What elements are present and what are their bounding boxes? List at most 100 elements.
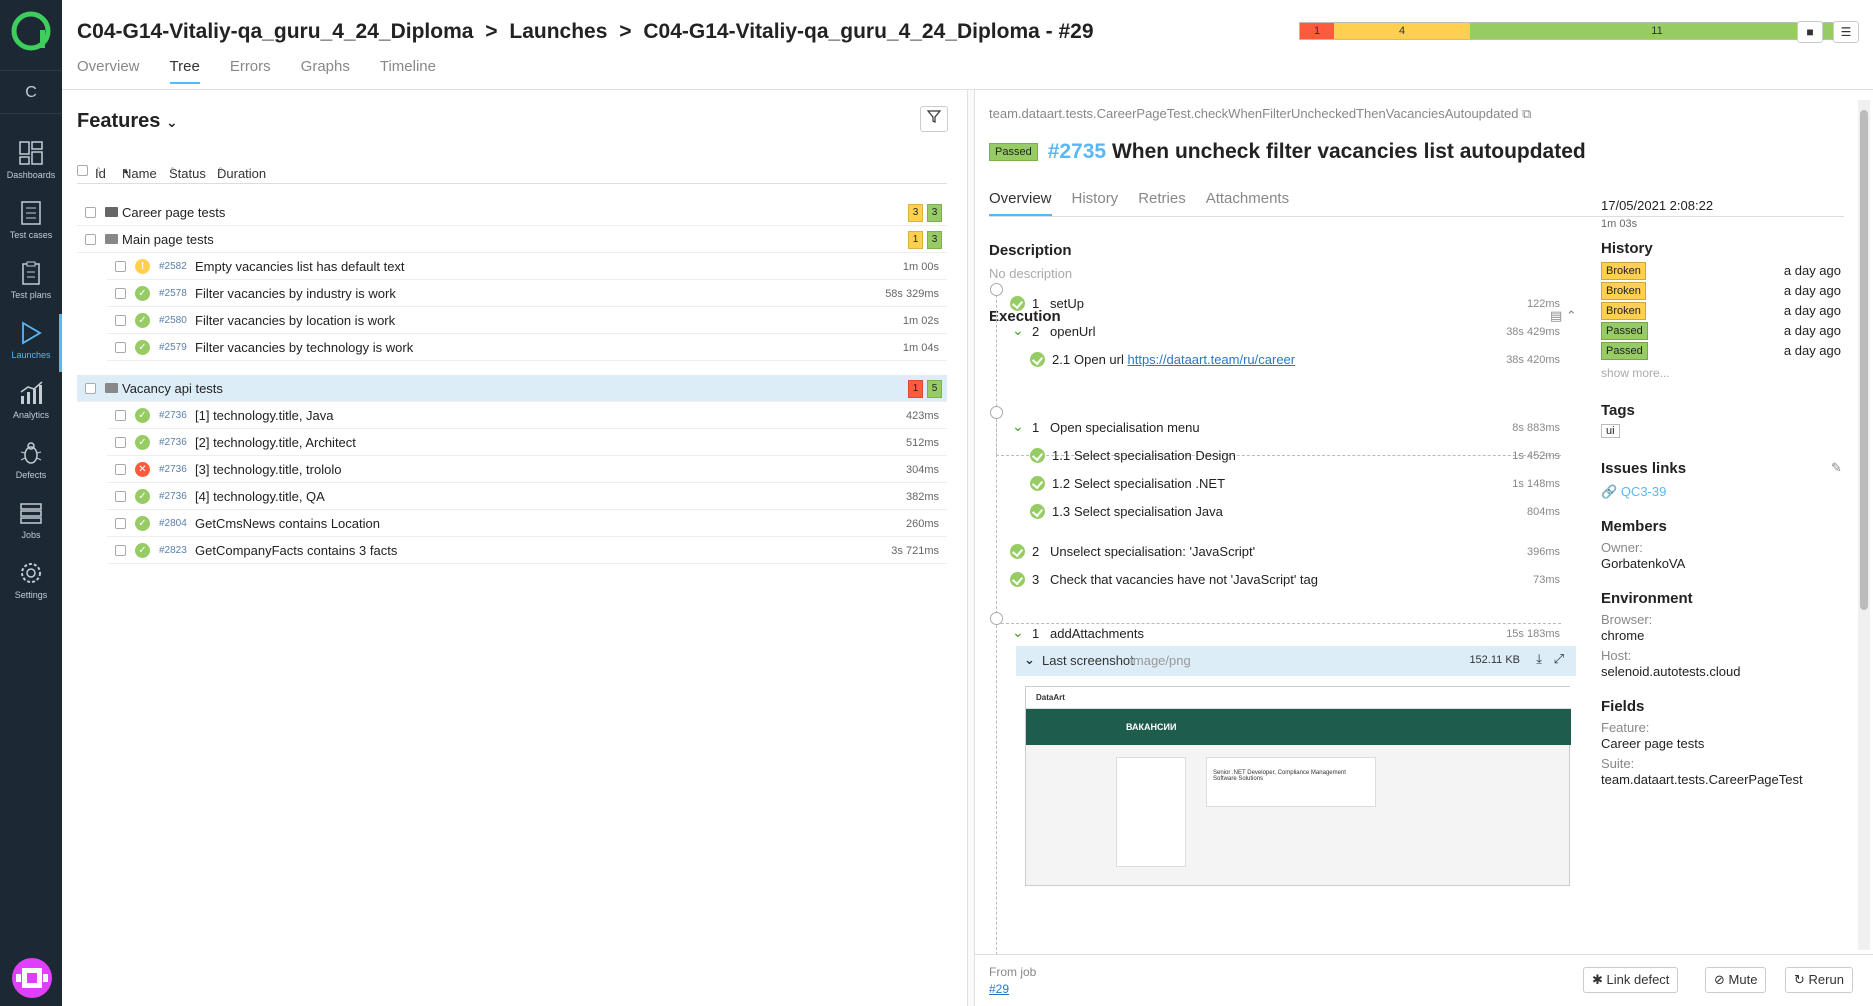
- rerun-button[interactable]: ↻ Rerun: [1785, 967, 1853, 993]
- stop-button[interactable]: ■: [1797, 21, 1823, 43]
- row-checkbox[interactable]: [115, 491, 126, 502]
- tab-retries[interactable]: Retries: [1138, 190, 1186, 216]
- chevron-down-icon[interactable]: ⌄: [1012, 322, 1024, 339]
- nav-launches[interactable]: Launches: [0, 314, 62, 372]
- step-row[interactable]: 1.1 Select specialisation Design 1s 452m…: [1030, 442, 1560, 472]
- history-item[interactable]: Broken a day ago: [1601, 302, 1841, 320]
- nav-jobs[interactable]: Jobs: [0, 494, 62, 552]
- tab-overview[interactable]: Overview: [989, 190, 1052, 216]
- collapse-up-icon[interactable]: ⌃: [1566, 308, 1577, 323]
- nav-defects[interactable]: Defects: [0, 434, 62, 492]
- test-row[interactable]: ✓ #2736 [4] technology.title, QA 382ms: [107, 483, 947, 510]
- row-checkbox[interactable]: [115, 437, 126, 448]
- link-defect-button[interactable]: ✱ Link defect: [1583, 967, 1679, 993]
- environment-title: Environment: [1601, 590, 1693, 607]
- test-row[interactable]: ✓ #2578 Filter vacancies by industry is …: [107, 280, 947, 307]
- status-badge: Passed: [989, 143, 1038, 162]
- tab-tree[interactable]: Tree: [169, 58, 200, 84]
- test-row[interactable]: ✓ #2823 GetCompanyFacts contains 3 facts…: [107, 537, 947, 564]
- nav-test-cases[interactable]: Test cases: [0, 194, 62, 252]
- sidebar-collapse-button[interactable]: C: [0, 70, 62, 114]
- test-row[interactable]: ✓ #2804 GetCmsNews contains Location 260…: [107, 510, 947, 537]
- row-checkbox[interactable]: [85, 234, 96, 245]
- tab-errors[interactable]: Errors: [230, 58, 271, 84]
- history-item[interactable]: Passed a day ago: [1601, 322, 1841, 340]
- right-panel-scrollbar[interactable]: [1858, 100, 1870, 950]
- test-name: GetCmsNews contains Location: [195, 516, 380, 531]
- row-checkbox[interactable]: [85, 207, 96, 218]
- nav-dashboards[interactable]: Dashboards: [0, 134, 62, 192]
- download-icon[interactable]: ⤓: [1536, 651, 1542, 667]
- host-value: selenoid.autotests.cloud: [1601, 664, 1741, 679]
- tab-timeline[interactable]: Timeline: [380, 58, 436, 84]
- nav-settings[interactable]: Settings: [0, 554, 62, 612]
- select-all-checkbox[interactable]: [77, 165, 88, 176]
- step-row[interactable]: ⌄ 1 Open specialisation menu 8s 883ms: [1010, 414, 1560, 444]
- nav-test-plans[interactable]: Test plans: [0, 254, 62, 312]
- copy-icon[interactable]: ⧉: [1522, 106, 1531, 121]
- tree-group-row[interactable]: Main page tests 1 3: [77, 226, 947, 253]
- tree-group-row[interactable]: Vacancy api tests 1 5: [77, 375, 947, 402]
- tab-graphs[interactable]: Graphs: [301, 58, 350, 84]
- nav-analytics[interactable]: Analytics: [0, 374, 62, 432]
- row-checkbox[interactable]: [115, 545, 126, 556]
- user-avatar[interactable]: [12, 958, 52, 998]
- career-url-link[interactable]: https://dataart.team/ru/career: [1127, 352, 1295, 367]
- history-item[interactable]: Broken a day ago: [1601, 262, 1841, 280]
- menu-button[interactable]: ☰: [1833, 21, 1859, 43]
- row-checkbox[interactable]: [115, 261, 126, 272]
- features-dropdown[interactable]: Features ⌄: [77, 110, 178, 133]
- tab-attachments[interactable]: Attachments: [1206, 190, 1289, 216]
- row-checkbox[interactable]: [115, 518, 126, 529]
- row-checkbox[interactable]: [115, 464, 126, 475]
- step-row[interactable]: 1.2 Select specialisation .NET 1s 148ms: [1030, 470, 1560, 500]
- from-job-label: From job: [989, 965, 1037, 979]
- row-checkbox[interactable]: [115, 342, 126, 353]
- panel-splitter[interactable]: [967, 90, 975, 1006]
- tab-history[interactable]: History: [1072, 190, 1119, 216]
- attachment-row[interactable]: ⌄ Last screenshot image/png 152.11 KB ⤓ …: [1016, 646, 1576, 676]
- test-row[interactable]: ✓ #2580 Filter vacancies by location is …: [107, 307, 947, 334]
- allure-logo[interactable]: [10, 10, 52, 52]
- expand-icon[interactable]: ⤢: [1554, 651, 1564, 667]
- step-row[interactable]: 2.1 Open url https://dataart.team/ru/car…: [1030, 346, 1560, 376]
- tag-chip[interactable]: ui: [1601, 424, 1620, 438]
- chevron-down-icon[interactable]: ⌄: [1012, 624, 1024, 641]
- tree-group-row[interactable]: Career page tests 3 3: [77, 199, 947, 226]
- chevron-down-icon[interactable]: ⌄: [1012, 418, 1024, 435]
- edit-pencil-icon[interactable]: ✎: [1831, 460, 1842, 476]
- settings-icon: [21, 563, 41, 583]
- step-row[interactable]: ⌄ 2 openUrl 38s 429ms: [1010, 318, 1560, 348]
- stat-failed-segment: 1: [1300, 23, 1334, 39]
- row-checkbox[interactable]: [115, 315, 126, 326]
- mute-button[interactable]: ⊘ Mute: [1705, 967, 1767, 993]
- history-item[interactable]: Broken a day ago: [1601, 282, 1841, 300]
- test-row[interactable]: ✓ #2736 [1] technology.title, Java 423ms: [107, 402, 947, 429]
- show-more-link[interactable]: show more...: [1601, 366, 1670, 380]
- tab-overview[interactable]: Overview: [77, 58, 140, 84]
- test-row[interactable]: ! #2582 Empty vacancies list has default…: [107, 253, 947, 280]
- description-text: No description: [989, 266, 1073, 281]
- history-item[interactable]: Passed a day ago: [1601, 342, 1841, 360]
- row-checkbox[interactable]: [115, 410, 126, 421]
- filter-button[interactable]: [920, 106, 948, 132]
- screenshot-preview[interactable]: DataArt ВАКАНСИИ Senior .NET Developer, …: [1025, 686, 1571, 886]
- test-row[interactable]: ✓ #2736 [2] technology.title, Architect …: [107, 429, 947, 456]
- step-duration: 38s 420ms: [1506, 354, 1560, 366]
- row-checkbox[interactable]: [115, 288, 126, 299]
- job-link[interactable]: #29: [989, 982, 1009, 996]
- chevron-down-icon[interactable]: ⌄: [1024, 652, 1035, 668]
- breadcrumb-launches[interactable]: Launches: [509, 20, 607, 43]
- step-row[interactable]: 3 Check that vacancies have not 'JavaScr…: [1010, 566, 1560, 596]
- test-name: [3] technology.title, trololo: [195, 462, 342, 477]
- step-row[interactable]: 2 Unselect specialisation: 'JavaScript' …: [1010, 538, 1560, 568]
- test-row[interactable]: ✓ #2579 Filter vacancies by technology i…: [107, 334, 947, 361]
- step-row[interactable]: 1 setUp 122ms: [1010, 290, 1560, 320]
- passed-count-badge: 5: [927, 380, 942, 398]
- breadcrumb-project[interactable]: C04-G14-Vitaliy-qa_guru_4_24_Diploma: [77, 20, 473, 43]
- issue-link[interactable]: 🔗 QC3-39: [1601, 484, 1666, 500]
- step-row[interactable]: 1.3 Select specialisation Java 804ms: [1030, 498, 1560, 528]
- test-row[interactable]: ✕ #2736 [3] technology.title, trololo 30…: [107, 456, 947, 483]
- passed-step-icon: [1030, 448, 1045, 463]
- row-checkbox[interactable]: [85, 383, 96, 394]
